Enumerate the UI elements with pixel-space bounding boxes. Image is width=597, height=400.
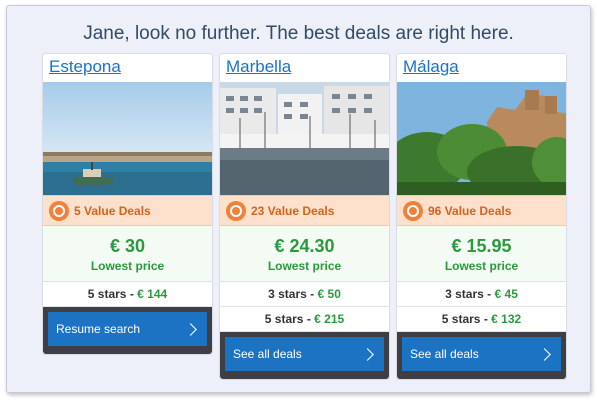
destination-photo [43, 82, 212, 195]
destination-card-estepona: Estepona 5 Value Deals € 30 Lowest price… [42, 53, 213, 355]
chevron-right-icon [361, 347, 374, 361]
star-price-row[interactable]: 3 stars - € 45 [397, 282, 566, 307]
star-price-row[interactable]: 5 stars - € 215 [220, 307, 389, 332]
resume-search-button[interactable]: Resume search [48, 312, 207, 346]
lowest-price-label: Lowest price [267, 259, 342, 273]
row-separator: - [310, 287, 315, 301]
lowest-price-label: Lowest price [90, 259, 165, 273]
value-deals-count: 23 Value Deals [251, 203, 335, 218]
destination-photo [397, 82, 566, 195]
lowest-price-box: € 24.30 Lowest price [220, 226, 389, 282]
city-link[interactable]: Estepona [49, 57, 121, 76]
see-all-deals-button[interactable]: See all deals [225, 337, 384, 371]
destination-photo [220, 82, 389, 195]
star-price: € 50 [317, 287, 341, 301]
star-price-row[interactable]: 3 stars - € 50 [220, 282, 389, 307]
lowest-price-value: € 24.30 [274, 236, 335, 256]
star-price-row[interactable]: 5 stars - € 132 [397, 307, 566, 332]
chevron-right-icon [538, 347, 551, 361]
lowest-price-label: Lowest price [444, 259, 519, 273]
button-label: See all deals [233, 347, 302, 361]
destination-card-malaga: Málaga 96 Value Deals € 15.95 Lowest pri… [396, 53, 567, 380]
page-headline: Jane, look no further. The best deals ar… [83, 23, 514, 44]
star-price-row[interactable]: 5 stars - € 144 [43, 282, 212, 307]
star-rating: 3 stars [268, 287, 307, 301]
value-deal-icon [49, 200, 69, 221]
value-deal-icon [226, 200, 246, 221]
star-price: € 132 [491, 312, 522, 326]
button-label: Resume search [56, 322, 141, 336]
star-rating: 5 stars [264, 312, 304, 326]
lowest-price-box: € 15.95 Lowest price [397, 226, 566, 282]
chevron-right-icon [184, 322, 197, 336]
lowest-price-value: € 30 [109, 236, 146, 256]
star-price: € 215 [314, 312, 345, 326]
value-deals-strip: 96 Value Deals [397, 195, 566, 226]
star-rating: 5 stars [87, 287, 127, 301]
row-separator: - [487, 287, 492, 301]
value-deals-count: 5 Value Deals [74, 203, 151, 218]
star-rating: 3 stars [445, 287, 484, 301]
deals-panel: Jane, look no further. The best deals ar… [6, 5, 591, 393]
row-separator: - [129, 287, 134, 301]
city-link[interactable]: Marbella [226, 57, 291, 76]
button-label: See all deals [410, 347, 479, 361]
lowest-price-value: € 15.95 [451, 236, 512, 256]
star-price: € 45 [494, 287, 518, 301]
value-deal-icon [403, 200, 423, 221]
star-price: € 144 [137, 287, 168, 301]
value-deals-strip: 5 Value Deals [43, 195, 212, 226]
value-deals-strip: 23 Value Deals [220, 195, 389, 226]
lowest-price-box: € 30 Lowest price [43, 226, 212, 282]
star-rating: 5 stars [441, 312, 481, 326]
see-all-deals-button[interactable]: See all deals [402, 337, 561, 371]
row-separator: - [306, 312, 311, 326]
city-link[interactable]: Málaga [403, 57, 459, 76]
destination-card-marbella: Marbella 23 Value Deals € 24.30 Lowest p… [219, 53, 390, 380]
row-separator: - [483, 312, 488, 326]
value-deals-count: 96 Value Deals [428, 203, 512, 218]
